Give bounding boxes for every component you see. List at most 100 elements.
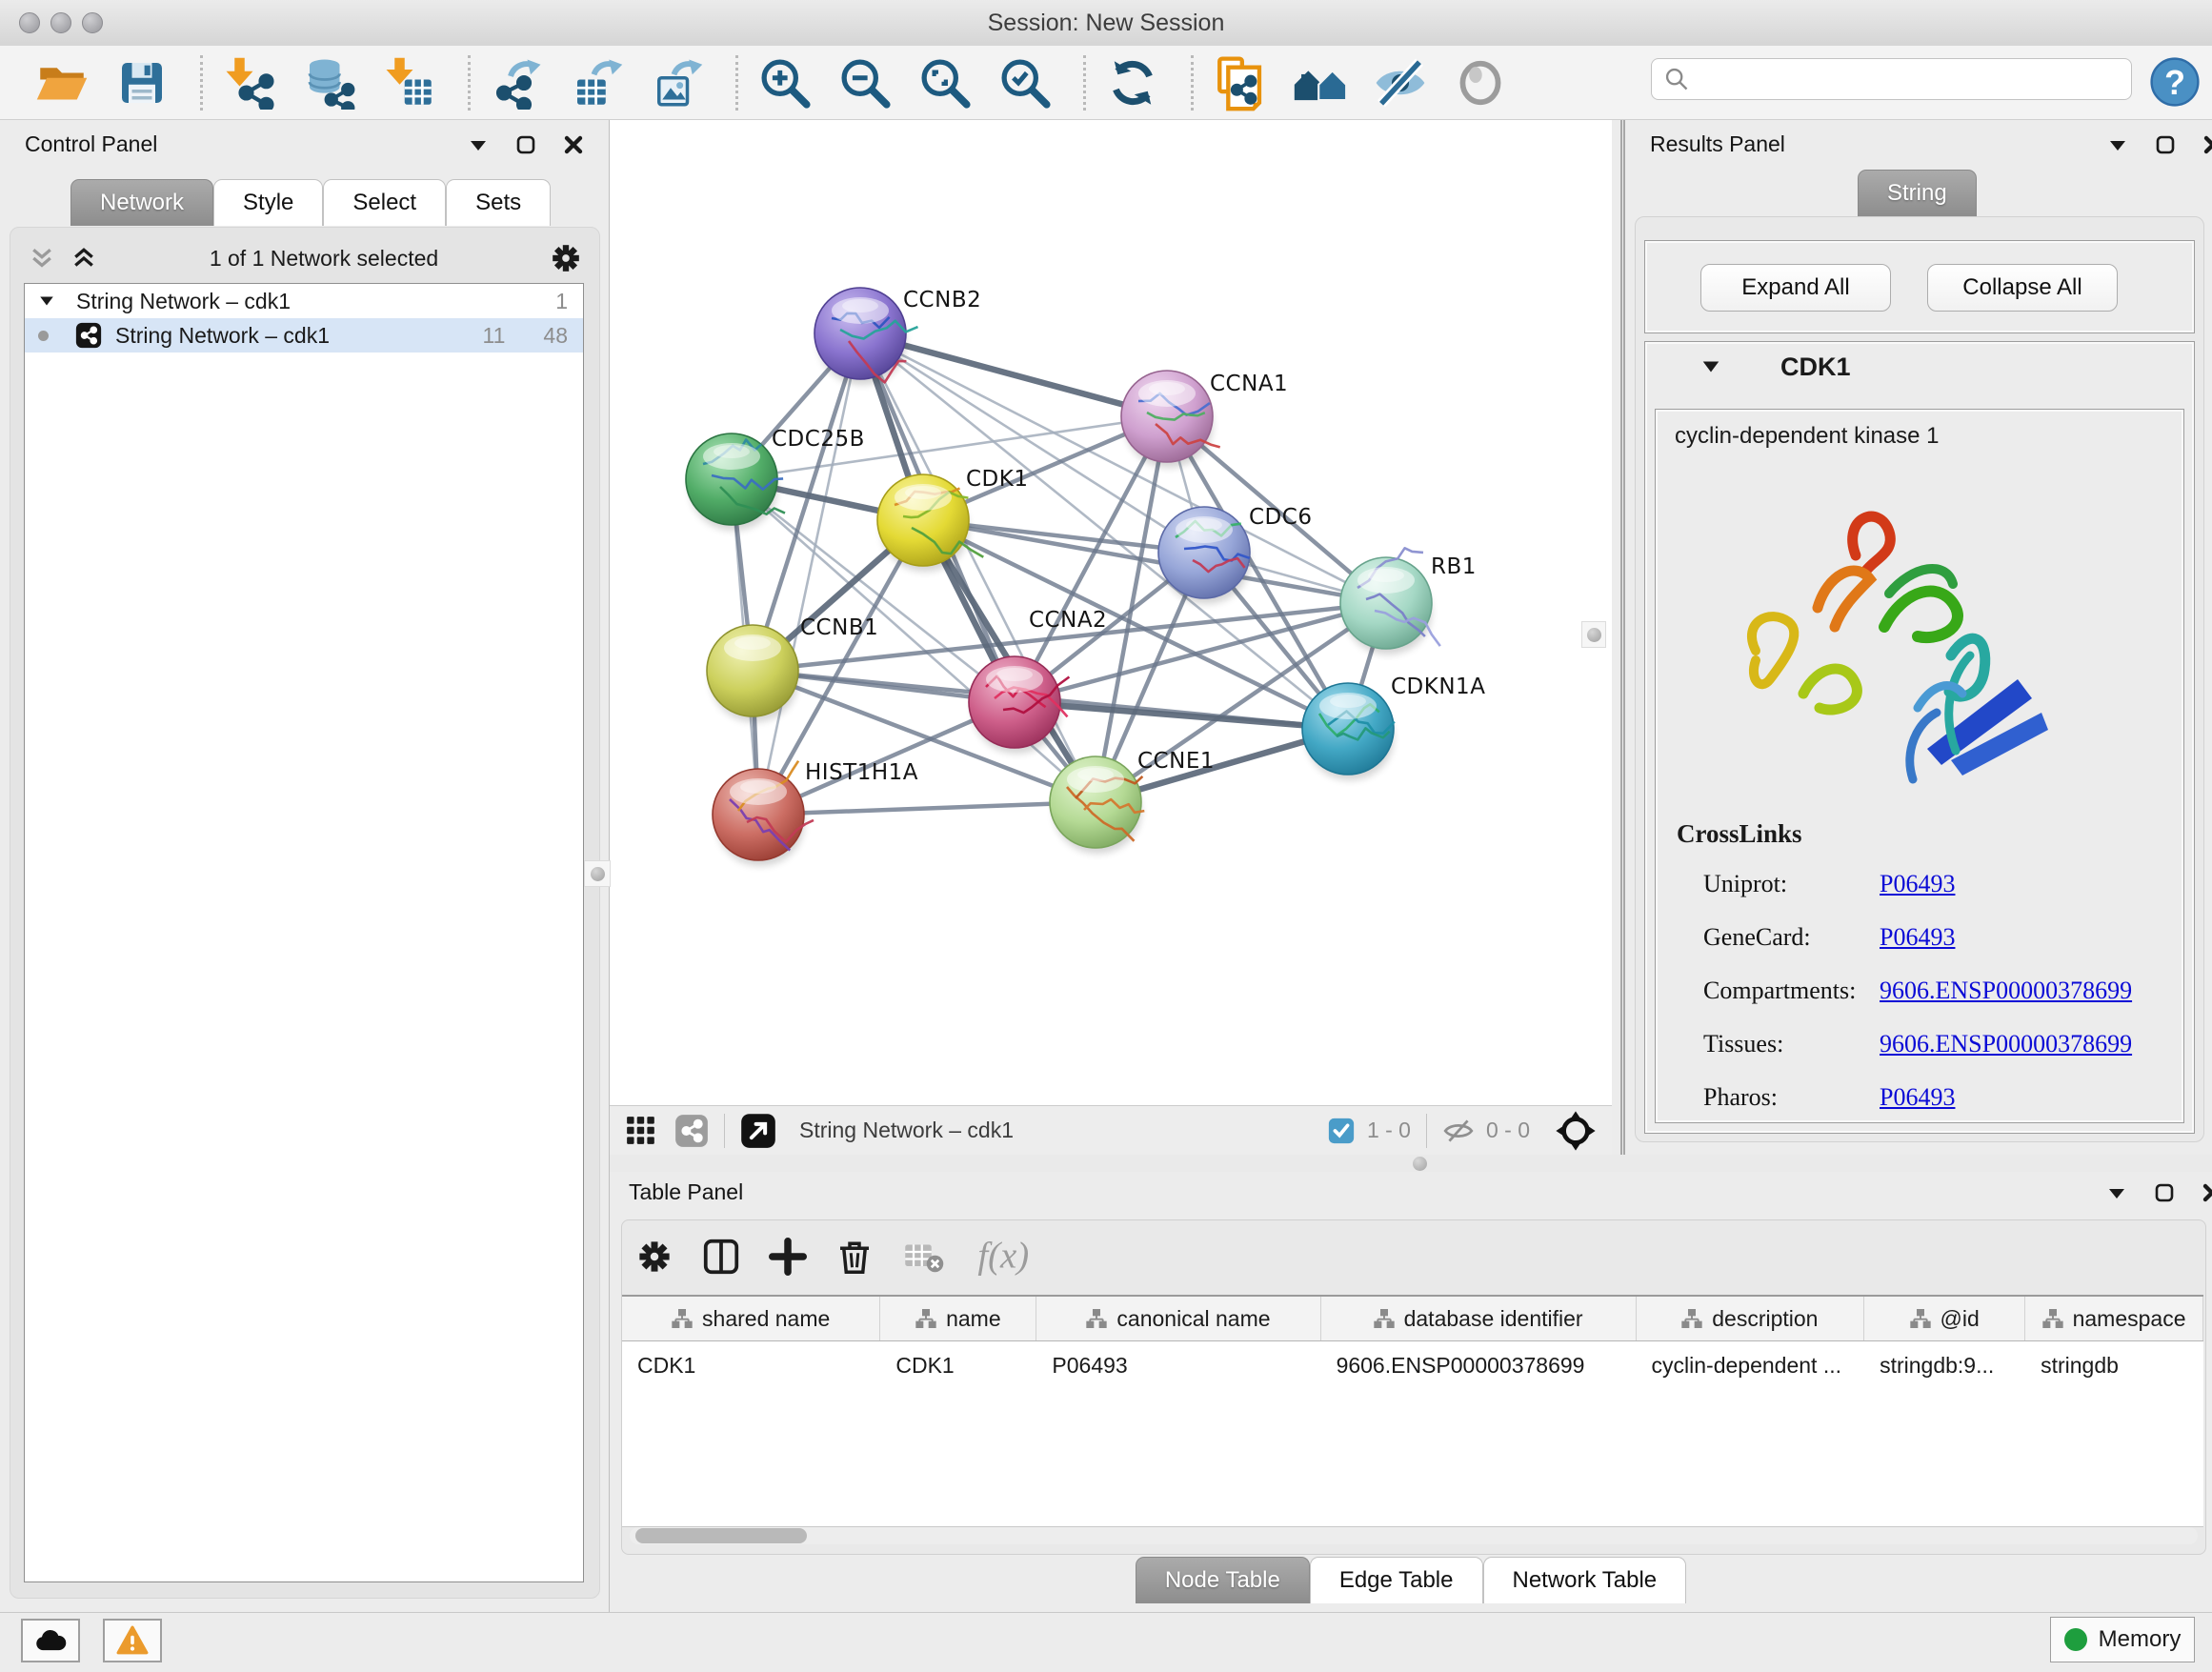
- column-header-shared-name[interactable]: shared name: [622, 1297, 880, 1340]
- search-input[interactable]: [1699, 66, 2120, 93]
- table-cell[interactable]: cyclin-dependent ...: [1637, 1341, 1865, 1389]
- network-row-selected[interactable]: String Network – cdk1 11 48: [25, 318, 583, 353]
- splitter-handle-dot[interactable]: [1413, 1157, 1427, 1171]
- network-edge-CCNE1-HIST1H1A[interactable]: [758, 802, 1096, 815]
- crosslink-link[interactable]: P06493: [1880, 1083, 1955, 1112]
- panel-close-icon[interactable]: [562, 133, 585, 156]
- gear-icon[interactable]: [550, 242, 582, 274]
- table-cell[interactable]: 9606.ENSP00000378699: [1321, 1341, 1637, 1389]
- import-table-button[interactable]: [382, 55, 437, 111]
- crosslink-link[interactable]: P06493: [1880, 870, 1955, 898]
- vertical-splitter[interactable]: [1612, 120, 1625, 1155]
- column-header-description[interactable]: description: [1637, 1297, 1865, 1340]
- network-node-CDKN1A[interactable]: [1302, 683, 1395, 775]
- hide-selected-button[interactable]: [1373, 55, 1428, 111]
- zoom-selected-button[interactable]: [997, 55, 1053, 111]
- network-style-icon[interactable]: [674, 1114, 709, 1148]
- table-row[interactable]: CDK1CDK1P064939606.ENSP00000378699cyclin…: [622, 1341, 2203, 1389]
- help-button[interactable]: ?: [2147, 54, 2202, 110]
- network-edge-CCNB2-HIST1H1A[interactable]: [758, 333, 860, 815]
- zoom-out-button[interactable]: [837, 55, 893, 111]
- add-column-icon[interactable]: [769, 1238, 807, 1276]
- tab-sets[interactable]: Sets: [446, 179, 551, 226]
- panel-close-icon[interactable]: [2201, 1181, 2212, 1204]
- birdseye-grid-icon[interactable]: [625, 1115, 657, 1147]
- column-header-namespace[interactable]: namespace: [2025, 1297, 2203, 1340]
- export-network-button[interactable]: [490, 55, 545, 111]
- column-header-canonical-name[interactable]: canonical name: [1036, 1297, 1320, 1340]
- tree-expanded-icon[interactable]: [38, 292, 55, 310]
- tab-style[interactable]: Style: [213, 179, 323, 226]
- horizontal-splitter[interactable]: [610, 1155, 2212, 1172]
- network-node-CCNB1[interactable]: [707, 625, 798, 716]
- first-neighbors-button[interactable]: [1293, 55, 1348, 111]
- network-canvas[interactable]: CCNB2CCNA1CDC25BCDK1CDC6RB1CCNB1CCNA2CDK…: [610, 120, 1612, 1105]
- panel-float-icon[interactable]: [2154, 133, 2177, 156]
- table-cell[interactable]: P06493: [1036, 1341, 1320, 1389]
- panel-menu-icon[interactable]: [2106, 133, 2129, 156]
- column-header-database-identifier[interactable]: database identifier: [1321, 1297, 1637, 1340]
- show-columns-icon[interactable]: [702, 1238, 740, 1276]
- network-node-CDC25B[interactable]: [686, 433, 785, 525]
- section-collapse-icon[interactable]: [1700, 356, 1721, 377]
- export-image-button[interactable]: [650, 55, 705, 111]
- table-cell[interactable]: CDK1: [622, 1341, 880, 1389]
- crosslink-label: Uniprot:: [1703, 870, 1880, 898]
- tab-network-table[interactable]: Network Table: [1483, 1557, 1687, 1603]
- table-cell[interactable]: stringdb:9...: [1864, 1341, 2025, 1389]
- column-header-name[interactable]: name: [880, 1297, 1036, 1340]
- clone-network-button[interactable]: [1213, 55, 1268, 111]
- zoom-fit-button[interactable]: [917, 55, 973, 111]
- zoom-in-button[interactable]: [757, 55, 813, 111]
- show-all-button[interactable]: [1453, 55, 1508, 111]
- column-header--id[interactable]: @id: [1864, 1297, 2025, 1340]
- expand-all-icon[interactable]: [70, 244, 98, 272]
- panel-float-icon[interactable]: [514, 133, 537, 156]
- collapse-all-icon[interactable]: [28, 244, 56, 272]
- open-in-browser-icon[interactable]: [740, 1113, 776, 1149]
- tab-string[interactable]: String: [1858, 170, 1977, 216]
- tab-edge-table[interactable]: Edge Table: [1310, 1557, 1483, 1603]
- network-node-HIST1H1A[interactable]: [713, 761, 814, 860]
- export-table-button[interactable]: [570, 55, 625, 111]
- selected-checkbox-icon[interactable]: [1327, 1117, 1356, 1145]
- node-label-CCNE1: CCNE1: [1137, 749, 1215, 774]
- cloud-status-button[interactable]: [21, 1619, 80, 1662]
- crosslink-link[interactable]: 9606.ENSP00000378699: [1880, 977, 2132, 1005]
- refresh-button[interactable]: [1105, 55, 1160, 111]
- panel-close-icon[interactable]: [2202, 133, 2212, 156]
- node-label-CDKN1A: CDKN1A: [1391, 675, 1485, 699]
- panel-menu-icon[interactable]: [467, 133, 490, 156]
- search-field[interactable]: [1651, 58, 2132, 100]
- network-collection-row[interactable]: String Network – cdk1 1: [25, 284, 583, 318]
- tab-node-table[interactable]: Node Table: [1136, 1557, 1310, 1603]
- table-cell[interactable]: stringdb: [2025, 1341, 2203, 1389]
- scrollbar-thumb[interactable]: [635, 1528, 807, 1543]
- navigate-crosshair-icon[interactable]: [1555, 1110, 1597, 1152]
- delete-column-icon[interactable]: [835, 1238, 874, 1276]
- collapse-all-button[interactable]: Collapse All: [1927, 264, 2118, 312]
- left-splitter-handle[interactable]: [584, 860, 611, 887]
- horizontal-scrollbar[interactable]: [630, 1527, 2198, 1544]
- save-session-button[interactable]: [114, 55, 170, 111]
- network-view[interactable]: CCNB2CCNA1CDC25BCDK1CDC6RB1CCNB1CCNA2CDK…: [610, 120, 1612, 1105]
- import-database-button[interactable]: [302, 55, 357, 111]
- right-splitter-handle[interactable]: [1581, 621, 1606, 648]
- warning-status-button[interactable]: [103, 1619, 162, 1662]
- crosslink-link[interactable]: P06493: [1880, 923, 1955, 952]
- table-settings-gear-icon[interactable]: [635, 1238, 674, 1276]
- panel-menu-icon[interactable]: [2105, 1181, 2128, 1204]
- crosslink-link[interactable]: 9606.ENSP00000378699: [1880, 1030, 2132, 1058]
- zoom-out-icon: [838, 56, 892, 110]
- network-edge-CCNB2-CCNA1[interactable]: [860, 333, 1167, 416]
- crosslink-row: GeneCard:P06493: [1703, 911, 2170, 964]
- tab-network[interactable]: Network: [70, 179, 213, 226]
- expand-all-button[interactable]: Expand All: [1700, 264, 1891, 312]
- memory-button[interactable]: Memory: [2050, 1617, 2195, 1662]
- open-session-button[interactable]: [34, 55, 90, 111]
- tab-select[interactable]: Select: [323, 179, 446, 226]
- network-node-CDC6[interactable]: [1158, 507, 1250, 598]
- panel-float-icon[interactable]: [2153, 1181, 2176, 1204]
- import-network-button[interactable]: [222, 55, 277, 111]
- table-cell[interactable]: CDK1: [880, 1341, 1036, 1389]
